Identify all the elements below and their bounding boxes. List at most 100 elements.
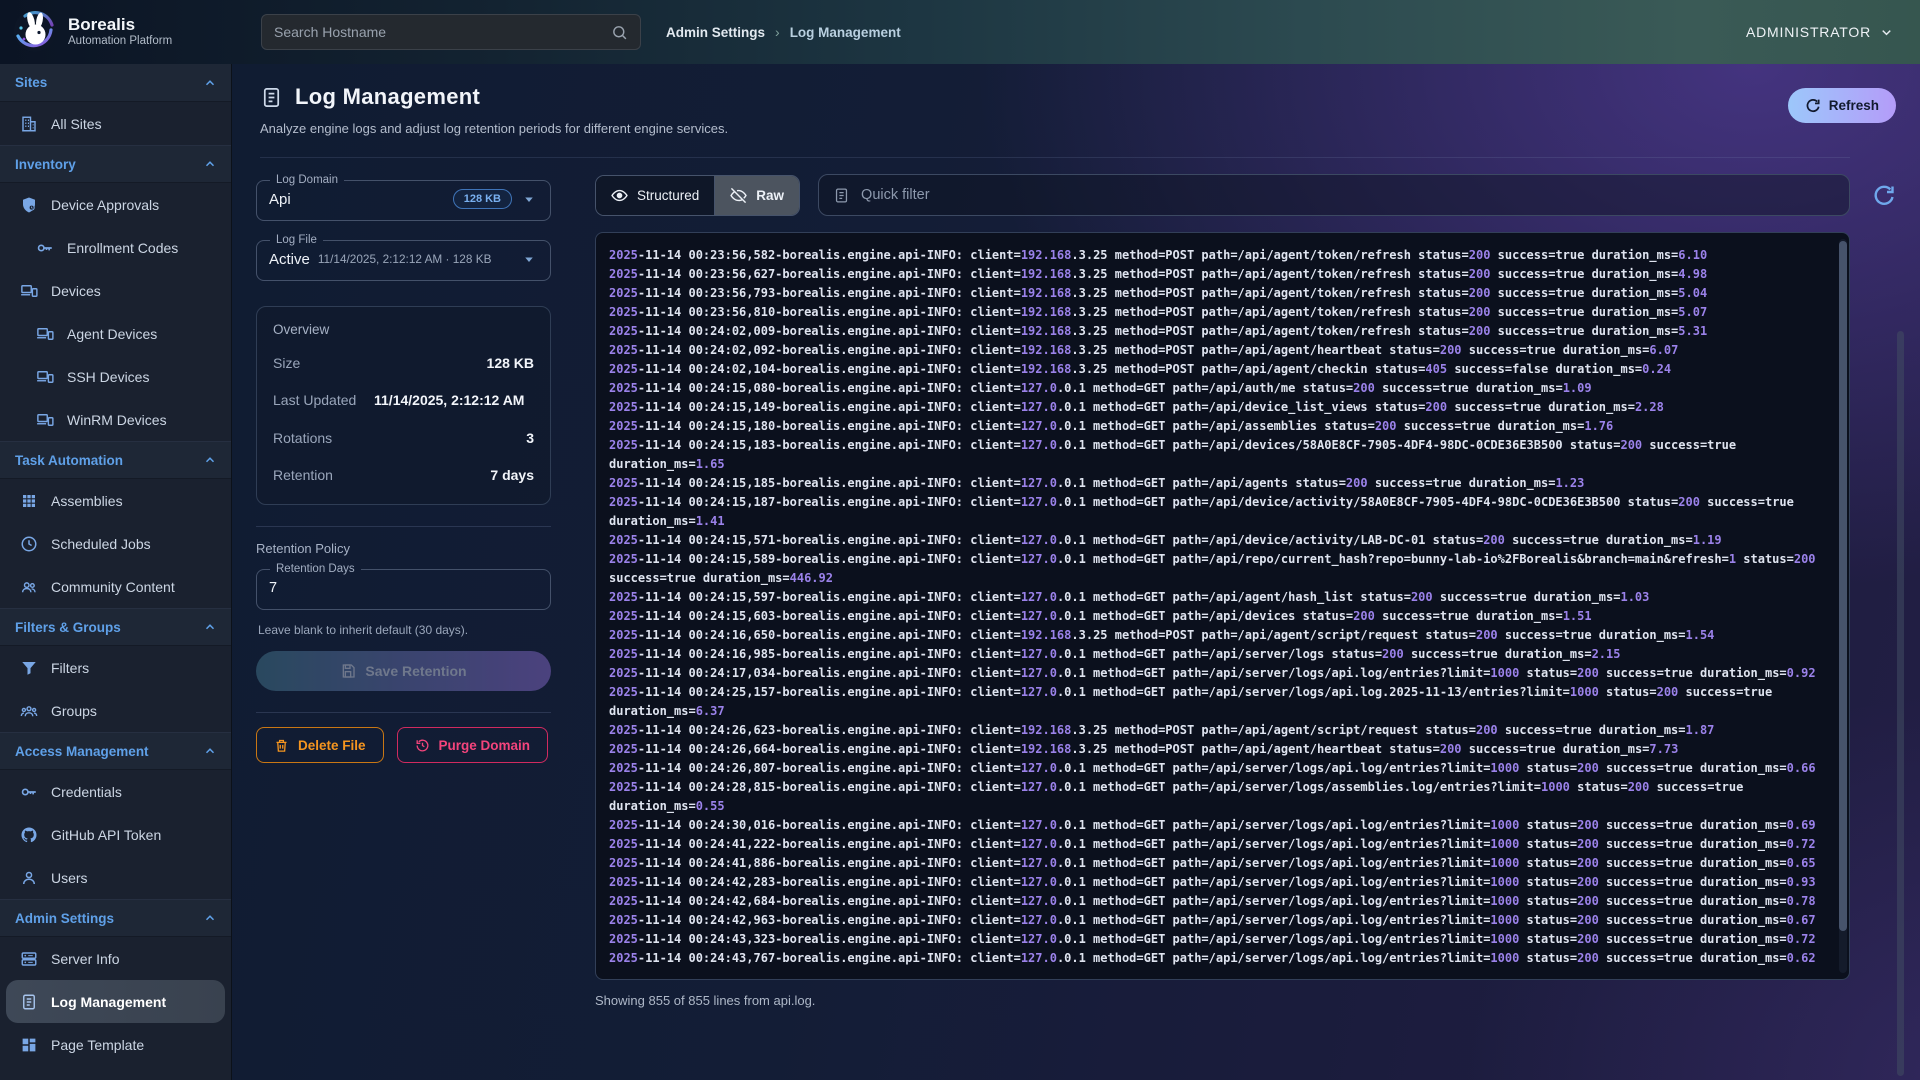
log-output[interactable]: 2025-11-14 00:23:56,582-borealis.engine.… (595, 232, 1850, 980)
devices-icon (20, 282, 38, 300)
sidebar-section-label: Admin Settings (15, 911, 114, 926)
log-line: 2025-11-14 00:24:15,183-borealis.engine.… (609, 436, 1836, 474)
purge-domain-label: Purge Domain (439, 738, 531, 753)
overview-row-label: Size (273, 353, 300, 373)
reload-log-button[interactable] (1872, 184, 1896, 208)
page-scrollbar[interactable] (1897, 331, 1904, 1076)
sidebar-item-label: Assemblies (51, 493, 123, 509)
sidebar-section-task-automation[interactable]: Task Automation (0, 441, 231, 479)
people-icon (20, 578, 38, 596)
user-menu[interactable]: ADMINISTRATOR (1746, 0, 1894, 64)
sidebar-item-label: Credentials (51, 784, 122, 800)
sidebar-section-access-management[interactable]: Access Management (0, 732, 231, 770)
sidebar-item-label: Groups (51, 703, 97, 719)
hostname-search[interactable] (261, 14, 641, 50)
chevron-down-icon (1879, 25, 1894, 40)
log-file-value: Active (269, 251, 310, 268)
log-line: 2025-11-14 00:24:42,283-borealis.engine.… (609, 873, 1836, 892)
log-line: 2025-11-14 00:23:56,627-borealis.engine.… (609, 265, 1836, 284)
search-input[interactable] (274, 24, 611, 40)
reload-icon (1872, 184, 1896, 208)
save-retention-button[interactable]: Save Retention (256, 651, 551, 691)
raw-mode-button[interactable]: Raw (715, 176, 799, 215)
groups-icon (20, 702, 38, 720)
breadcrumb-admin-settings[interactable]: Admin Settings (666, 25, 765, 40)
brand-name: Borealis (68, 15, 172, 35)
devices-icon (36, 368, 54, 386)
refresh-button[interactable]: Refresh (1788, 88, 1896, 123)
sidebar-item-log-management[interactable]: Log Management (6, 980, 225, 1023)
purge-domain-button[interactable]: Purge Domain (397, 727, 549, 763)
sidebar-item-groups[interactable]: Groups (0, 689, 231, 732)
log-domain-select[interactable]: Log Domain Api 128 KB (256, 174, 551, 221)
sidebar-item-device-approvals[interactable]: Device Approvals (0, 183, 231, 226)
breadcrumb-log-management[interactable]: Log Management (790, 25, 901, 40)
divider (256, 712, 551, 713)
sidebar-item-all-sites[interactable]: All Sites (0, 102, 231, 145)
search-icon (611, 24, 628, 41)
sidebar-item-agent-devices[interactable]: Agent Devices (0, 312, 231, 355)
overview-row-label: Last Updated (273, 390, 356, 410)
sidebar-item-assemblies[interactable]: Assemblies (0, 479, 231, 522)
log-line: 2025-11-14 00:24:28,815-borealis.engine.… (609, 778, 1836, 816)
trash-icon (274, 738, 289, 753)
sidebar-section-label: Filters & Groups (15, 620, 121, 635)
quick-filter-input[interactable] (861, 187, 1835, 203)
sidebar-item-users[interactable]: Users (0, 856, 231, 899)
sidebar-item-devices[interactable]: Devices (0, 269, 231, 312)
log-line: 2025-11-14 00:24:15,149-borealis.engine.… (609, 398, 1836, 417)
log-line: 2025-11-14 00:24:15,597-borealis.engine.… (609, 588, 1836, 607)
user-icon (20, 869, 38, 887)
overview-row: Rotations3 (273, 428, 534, 448)
log-viewer-panel: Structured Raw (595, 174, 1850, 1008)
funnel-icon (20, 659, 38, 677)
overview-row-value: 11/14/2025, 2:12:12 AM (374, 390, 534, 410)
sidebar-item-ssh-devices[interactable]: SSH Devices (0, 355, 231, 398)
delete-file-button[interactable]: Delete File (256, 727, 384, 763)
log-line: 2025-11-14 00:24:02,009-borealis.engine.… (609, 322, 1836, 341)
sidebar-item-label: All Sites (51, 116, 102, 132)
sidebar-item-enrollment-codes[interactable]: Enrollment Codes (0, 226, 231, 269)
log-line: 2025-11-14 00:24:42,684-borealis.engine.… (609, 892, 1836, 911)
brand: Borealis Automation Platform (12, 8, 172, 54)
log-file-select[interactable]: Log File Active 11/14/2025, 2:12:12 AM ·… (256, 234, 551, 281)
overview-row-value: 3 (526, 428, 534, 448)
structured-mode-button[interactable]: Structured (596, 176, 715, 215)
sidebar-item-label: Users (51, 870, 88, 886)
eye-off-icon (730, 187, 747, 204)
sidebar-item-server-info[interactable]: Server Info (0, 937, 231, 980)
sidebar-item-winrm-devices[interactable]: WinRM Devices (0, 398, 231, 441)
sidebar-item-filters[interactable]: Filters (0, 646, 231, 689)
sidebar-item-label: Filters (51, 660, 89, 676)
sidebar-item-label: Log Management (51, 994, 166, 1010)
sidebar-section-admin-settings[interactable]: Admin Settings (0, 899, 231, 937)
chevron-up-icon (203, 453, 217, 467)
sidebar-item-label: GitHub API Token (51, 827, 161, 843)
sidebar-section-sites[interactable]: Sites (0, 64, 231, 102)
log-line: 2025-11-14 00:23:56,582-borealis.engine.… (609, 246, 1836, 265)
log-scrollbar-thumb[interactable] (1839, 241, 1847, 931)
retention-days-label: Retention Days (270, 563, 361, 575)
sidebar-item-github-api-token[interactable]: GitHub API Token (0, 813, 231, 856)
eye-icon (611, 187, 628, 204)
structured-label: Structured (637, 188, 699, 203)
sidebar-section-label: Sites (15, 75, 47, 90)
quick-filter[interactable] (818, 174, 1850, 216)
sidebar-item-credentials[interactable]: Credentials (0, 770, 231, 813)
log-line: 2025-11-14 00:24:15,187-borealis.engine.… (609, 493, 1836, 531)
sidebar-section-inventory[interactable]: Inventory (0, 145, 231, 183)
log-file-meta: 11/14/2025, 2:12:12 AM · 128 KB (318, 252, 492, 266)
chevron-up-icon (203, 620, 217, 634)
key-icon (20, 783, 38, 801)
log-line: 2025-11-14 00:24:25,157-borealis.engine.… (609, 683, 1836, 721)
sidebar-item-community-content[interactable]: Community Content (0, 565, 231, 608)
sidebar-item-label: SSH Devices (67, 369, 149, 385)
caret-down-icon (520, 190, 538, 208)
sidebar-item-page-template[interactable]: Page Template (0, 1023, 231, 1066)
log-line: 2025-11-14 00:24:15,185-borealis.engine.… (609, 474, 1836, 493)
top-bar: Borealis Automation Platform Admin Setti… (0, 0, 1920, 64)
sidebar-item-label: Scheduled Jobs (51, 536, 151, 552)
retention-days-field[interactable]: Retention Days 7 (256, 563, 551, 610)
sidebar-item-scheduled-jobs[interactable]: Scheduled Jobs (0, 522, 231, 565)
sidebar-section-filters-groups[interactable]: Filters & Groups (0, 608, 231, 646)
